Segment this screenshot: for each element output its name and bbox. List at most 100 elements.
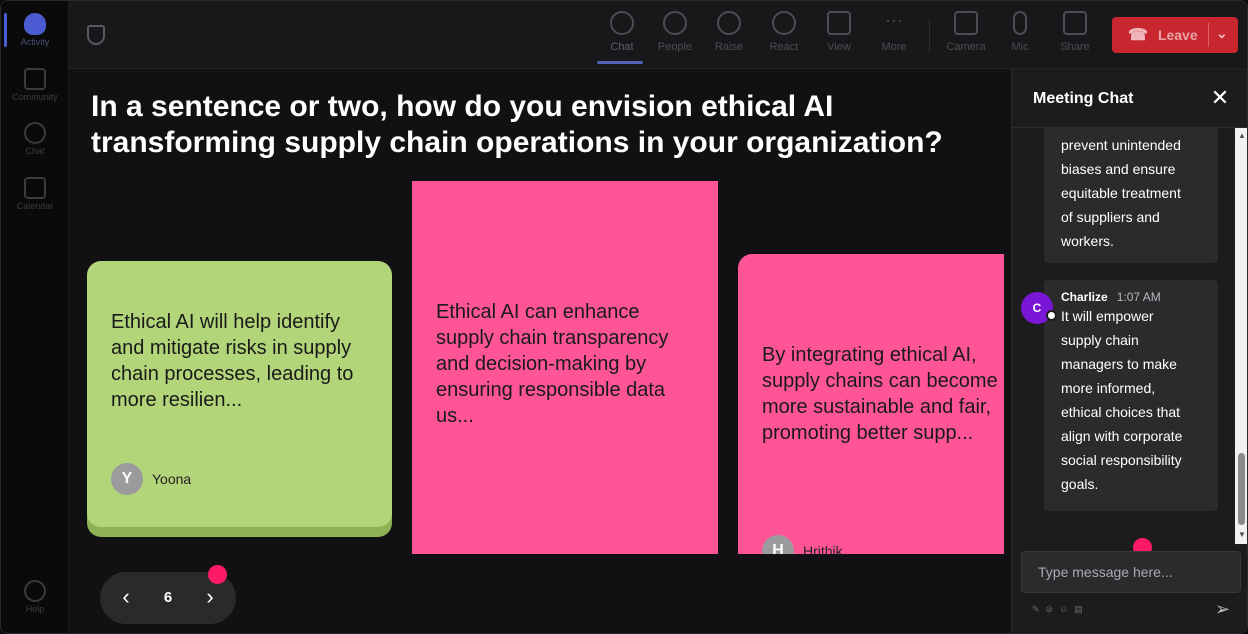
cursor-indicator-dot	[208, 565, 227, 584]
chat-message: Charlize 1:07 AM It will empower supply c…	[1044, 280, 1218, 511]
meeting-window: Activity Community Chat Calendar Help Ch…	[0, 0, 1248, 634]
raise-hand-icon	[717, 11, 741, 35]
rail-item-label: Chat	[25, 146, 45, 156]
rail-item-help[interactable]: Help	[1, 580, 69, 614]
leave-button[interactable]: ☎ Leave ⌄	[1112, 17, 1238, 53]
grid-icon	[827, 11, 851, 35]
scroll-down-arrow-icon[interactable]: ▼	[1238, 530, 1246, 539]
message-line: biases and ensure	[1061, 161, 1176, 177]
rail-item-label: Help	[25, 604, 45, 614]
active-tab-underline	[597, 61, 643, 64]
avatar: H	[762, 535, 794, 554]
toolbar-label: More	[881, 41, 907, 53]
message-line: workers.	[1061, 233, 1114, 249]
card-text: Ethical AI will help identify and mitiga…	[111, 311, 354, 411]
card-text: By integrating ethical AI, supply chains…	[762, 344, 998, 444]
toolbar-divider	[929, 19, 930, 53]
hang-up-icon: ☎	[1128, 27, 1148, 44]
message-meta: Charlize 1:07 AM	[1061, 290, 1218, 304]
message-line: align with corporate	[1061, 428, 1183, 444]
chat-messages: prevent unintended biases and ensure equ…	[1012, 128, 1238, 544]
toolbar-camera-button[interactable]: Camera	[941, 11, 991, 53]
leave-label: Leave	[1157, 27, 1198, 43]
presence-status-icon	[1046, 310, 1057, 321]
message-line: goals.	[1061, 476, 1099, 492]
toolbar-label: Mic	[1011, 41, 1029, 53]
toolbar-mic-button[interactable]: Mic	[995, 11, 1045, 53]
meeting-chat-panel: Meeting Chat ✕ prevent unintended biases…	[1011, 69, 1247, 633]
send-icon[interactable]: ➢	[1215, 599, 1230, 620]
toolbar-people-button[interactable]: People	[650, 11, 700, 53]
card-author: H Hrithik	[762, 535, 843, 554]
rail-item-activity[interactable]: Activity	[1, 13, 69, 47]
shield-icon	[87, 25, 105, 45]
bell-icon	[24, 13, 46, 35]
toolbar-label: People	[657, 41, 693, 53]
sender-name: Charlize	[1061, 290, 1108, 304]
attach-icon[interactable]: ⊘	[1046, 604, 1054, 615]
close-icon[interactable]: ✕	[1210, 86, 1230, 110]
message-line: It will empower	[1061, 308, 1154, 324]
leave-divider	[1208, 23, 1209, 47]
toolbar-chat-button[interactable]: Chat	[597, 11, 647, 64]
chat-message-input[interactable]: Type message here...	[1021, 551, 1241, 593]
toolbar-label: Share	[1060, 41, 1090, 53]
share-screen-icon	[1063, 11, 1087, 35]
toolbar-label: Chat	[610, 41, 634, 53]
composer-tools: ✎ ⊘ ☺ ▤	[1032, 604, 1083, 615]
chevron-right-icon[interactable]: ›	[198, 584, 222, 610]
response-card[interactable]: Ethical AI will help identify and mitiga…	[87, 261, 392, 527]
response-card[interactable]: By integrating ethical AI, supply chains…	[738, 254, 1004, 554]
smiley-icon	[772, 11, 796, 35]
format-icon[interactable]: ✎	[1032, 604, 1040, 615]
help-icon	[24, 580, 46, 602]
rail-item-label: Activity	[20, 37, 50, 47]
message-time: 1:07 AM	[1116, 290, 1161, 304]
message-line: ethical choices that	[1061, 404, 1181, 420]
rail-item-label: Calendar	[16, 201, 54, 211]
chevron-left-icon[interactable]: ‹	[114, 584, 138, 610]
rail-item-chat[interactable]: Chat	[1, 122, 69, 156]
rail-item-calendar[interactable]: Calendar	[1, 177, 69, 211]
chat-icon	[24, 122, 46, 144]
card-text: Ethical AI can enhance supply chain tran…	[436, 301, 669, 427]
calendar-icon	[24, 177, 46, 199]
toolbar-label: View	[827, 41, 851, 53]
toolbar-label: React	[769, 41, 799, 53]
meeting-toolbar: Chat People Raise React View ··· More Ca…	[69, 1, 1247, 69]
toolbar-label: Camera	[946, 41, 986, 53]
message-line: social responsibility	[1061, 452, 1182, 468]
gif-icon[interactable]: ▤	[1074, 604, 1083, 615]
message-line: equitable treatment	[1061, 185, 1181, 201]
toolbar-react-button[interactable]: React	[759, 11, 809, 53]
message-line: managers to make	[1061, 356, 1177, 372]
toolbar-label: Raise	[714, 41, 744, 53]
toolbar-raise-button[interactable]: Raise	[704, 11, 754, 53]
left-rail: Activity Community Chat Calendar Help	[1, 1, 69, 633]
toolbar-share-button[interactable]: Share	[1050, 11, 1100, 53]
message-line: supply chain	[1061, 332, 1139, 348]
chat-icon	[610, 11, 634, 35]
author-name: Hrithik	[803, 543, 843, 554]
response-card[interactable]: Ethical AI can enhance supply chain tran…	[412, 181, 718, 554]
avatar: Y	[111, 463, 143, 495]
page-number: 6	[163, 589, 173, 606]
rail-item-label: Community	[12, 92, 58, 102]
chevron-down-icon[interactable]: ⌄	[1216, 25, 1228, 42]
message-line: more informed,	[1061, 380, 1156, 396]
card-author: Y Yoona	[111, 463, 191, 495]
community-icon	[24, 68, 46, 90]
toolbar-view-button[interactable]: View	[814, 11, 864, 53]
camera-off-icon	[954, 11, 978, 35]
question-title: In a sentence or two, how do you envisio…	[91, 90, 943, 159]
scroll-up-arrow-icon[interactable]: ▲	[1238, 131, 1246, 140]
more-dots-icon: ···	[885, 10, 903, 30]
rail-item-community[interactable]: Community	[1, 68, 69, 102]
chat-title: Meeting Chat	[1033, 90, 1134, 107]
scrollbar-thumb[interactable]	[1238, 453, 1245, 525]
emoji-icon[interactable]: ☺	[1059, 604, 1068, 615]
toolbar-more-button[interactable]: ··· More	[869, 11, 919, 53]
chat-header: Meeting Chat ✕	[1012, 69, 1247, 128]
chat-message: prevent unintended biases and ensure equ…	[1044, 128, 1218, 263]
people-icon	[663, 11, 687, 35]
